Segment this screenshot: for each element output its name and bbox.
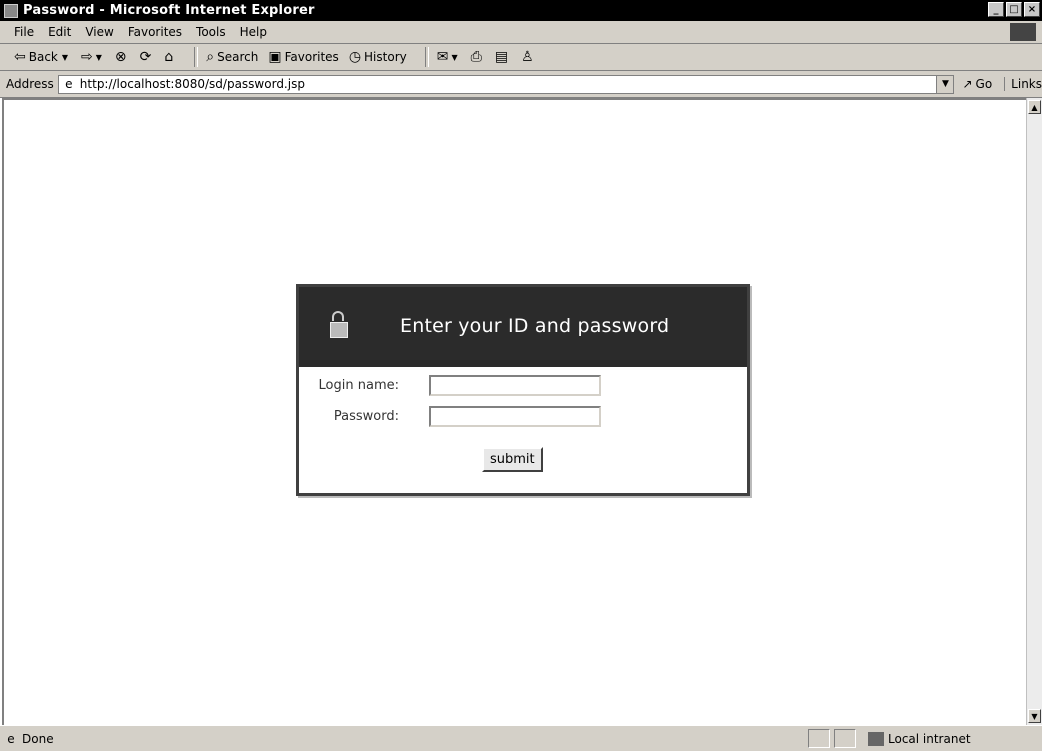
scroll-down-icon[interactable]: ▼ [1028,709,1041,723]
intranet-icon [868,731,884,746]
window-title: Password - Microsoft Internet Explorer [23,3,315,18]
zone-label: Local intranet [888,731,971,746]
messenger-icon: ♙ [521,49,534,65]
menu-view[interactable]: View [85,25,113,39]
search-icon: ⌕ [206,49,215,65]
stop-button[interactable]: ⊗ [115,49,130,65]
print-icon: ⎙ [470,49,482,65]
home-button[interactable]: ⌂ [164,49,176,65]
menu-bar: File Edit View Favorites Tools Help [0,21,1042,44]
stop-icon: ⊗ [114,49,127,65]
status-cell [808,729,830,748]
address-url[interactable]: http://localhost:8080/sd/password.jsp [80,77,305,91]
back-button[interactable]: ⇦ Back ▼ [14,49,71,65]
lock-icon [330,311,348,341]
login-name-row: Login name: [269,375,601,396]
search-label: Search [217,50,259,64]
refresh-icon: ⟳ [139,49,152,65]
minimize-icon[interactable]: _ [988,2,1004,17]
maximize-icon[interactable]: □ [1006,2,1022,17]
chevron-down-icon: ▼ [95,52,102,62]
refresh-button[interactable]: ⟳ [140,49,155,65]
search-button[interactable]: ⌕ Search [206,49,258,65]
edit-icon: ▤ [494,49,509,65]
login-title: Enter your ID and password [400,315,670,337]
favorites-button[interactable]: ▣ Favorites [268,49,338,65]
submit-button[interactable]: submit [482,447,543,472]
address-bar: Address e http://localhost:8080/sd/passw… [0,71,1042,98]
login-panel: Enter your ID and password Login name: P… [296,284,750,496]
menu-edit[interactable]: Edit [48,25,71,39]
go-arrow-icon: ↗ [962,77,973,91]
edit-button[interactable]: ▤ [495,49,511,65]
window-controls: _ □ × [988,2,1040,17]
forward-arrow-icon: ⇨ [81,49,93,65]
menu-help[interactable]: Help [240,25,267,39]
menu-favorites[interactable]: Favorites [128,25,182,39]
forward-button[interactable]: ⇨ ▼ [81,49,105,65]
password-input[interactable] [429,406,601,427]
favorites-label: Favorites [284,50,339,64]
favorites-icon: ▣ [268,49,282,65]
back-arrow-icon: ⇦ [14,49,26,65]
print-button[interactable]: ⎙ [471,49,485,65]
history-label: History [364,50,407,64]
links-button[interactable]: Links [1004,77,1042,91]
back-label: Back [28,50,58,64]
status-cell [834,729,856,748]
chevron-down-icon: ▼ [61,52,69,62]
title-bar: Password - Microsoft Internet Explorer _… [0,0,1042,21]
vertical-scrollbar[interactable]: ▲ ▼ [1026,98,1042,725]
password-label: Password: [333,409,399,424]
close-icon[interactable]: × [1024,2,1040,17]
security-zone: Local intranet [868,729,971,748]
login-name-label: Login name: [318,378,399,393]
home-icon: ⌂ [164,49,174,65]
chevron-down-icon: ▼ [451,52,458,62]
ie-icon [4,3,18,18]
status-text: Done [22,731,54,746]
password-row: Password: [269,406,601,427]
mail-button[interactable]: ✉ ▼ [437,49,461,65]
menu-tools[interactable]: Tools [196,25,226,39]
login-name-input[interactable] [429,375,601,396]
scroll-up-icon[interactable]: ▲ [1028,100,1041,114]
go-button[interactable]: ↗ Go [962,77,992,91]
page-content: Enter your ID and password Login name: P… [2,98,1026,725]
page-icon: e [65,77,73,91]
windows-logo-icon [1010,23,1036,41]
address-input[interactable]: e http://localhost:8080/sd/password.jsp … [57,74,955,94]
menu-file[interactable]: File [14,25,34,39]
toolbar-separator [424,47,429,67]
go-label: Go [975,77,993,91]
toolbar: ⇦ Back ▼ ⇨ ▼ ⊗ ⟳ ⌂ ⌕ Search ▣ Favorites … [0,44,1042,71]
history-icon: ◷ [348,49,362,65]
messenger-button[interactable]: ♙ [521,49,537,65]
page-done-icon: e [7,731,15,746]
login-header: Enter your ID and password [299,287,747,367]
toolbar-separator [194,47,199,67]
address-label: Address [6,77,54,91]
status-bar: e Done Local intranet [0,725,1042,751]
history-button[interactable]: ◷ History [349,49,407,65]
mail-icon: ✉ [436,49,449,65]
chevron-down-icon[interactable]: ▼ [936,75,954,93]
